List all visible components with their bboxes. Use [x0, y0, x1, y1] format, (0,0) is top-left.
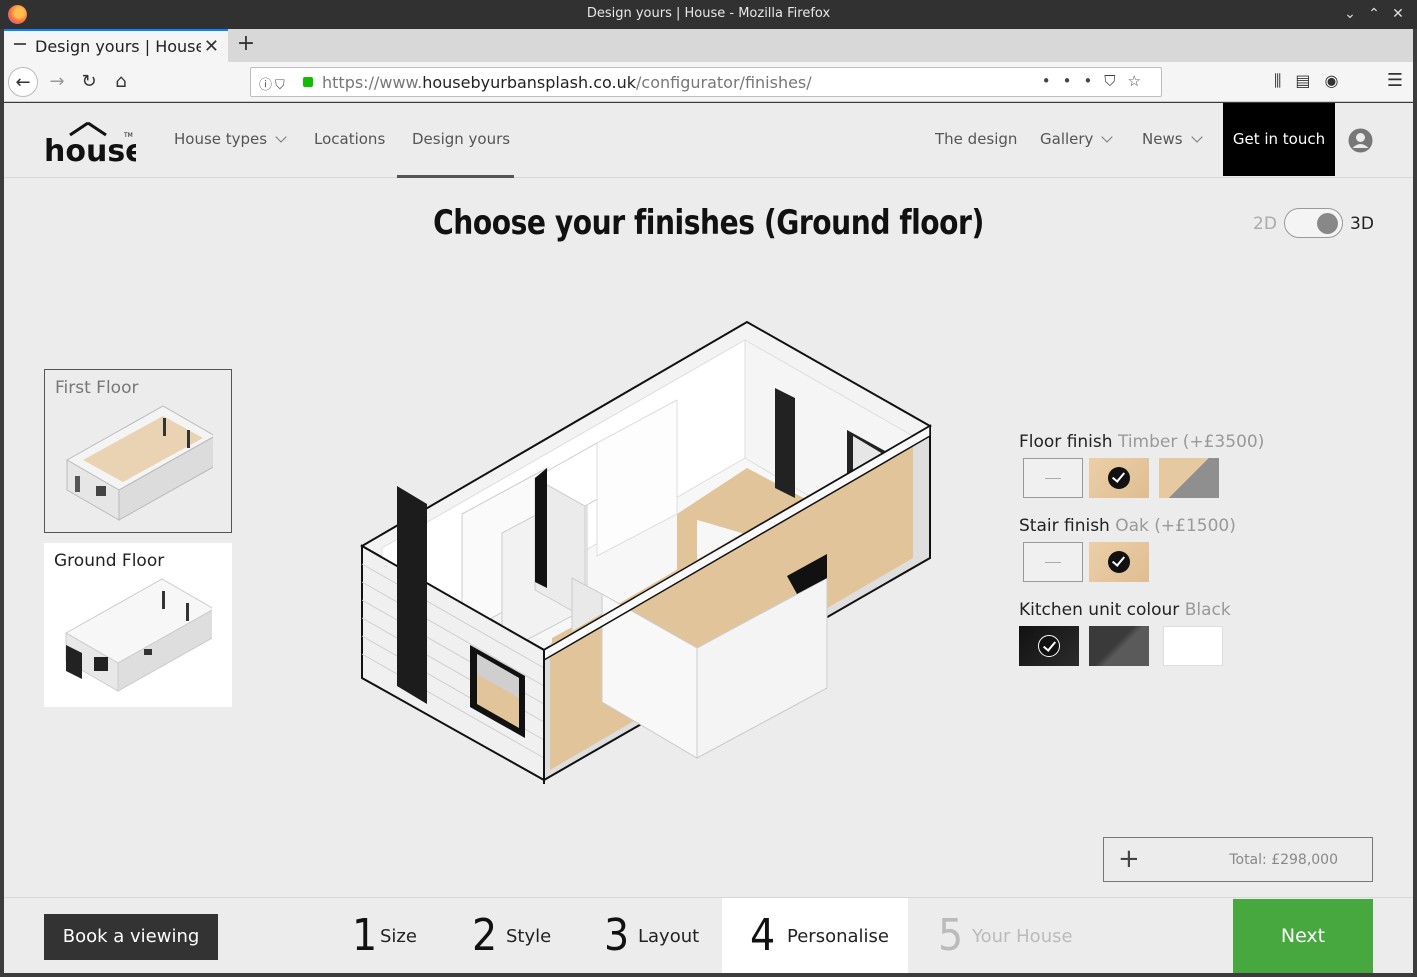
lock-icon: [303, 77, 313, 87]
floor-finish-group: Floor finish Timber (+£3500): [1019, 432, 1264, 498]
first-floor-thumbnail: [65, 405, 213, 521]
svg-text:TM: TM: [123, 132, 133, 139]
plus-icon[interactable]: +: [1118, 844, 1140, 874]
toolbar-icons[interactable]: ⫼▤◉: [1274, 71, 1352, 91]
toggle-2d-label[interactable]: 2D: [1253, 214, 1277, 234]
chevron-down-icon: [1190, 131, 1203, 143]
ground-floor-thumbnail: [64, 578, 212, 692]
chevron-down-icon: [1101, 131, 1114, 143]
chevron-down-icon: [275, 131, 287, 143]
floor-finish-timber-swatch[interactable]: [1089, 458, 1149, 498]
view-mode-toggle[interactable]: [1284, 208, 1343, 238]
minimize-icon[interactable]: ⌄: [1340, 4, 1360, 24]
floor-label: Ground Floor: [54, 551, 165, 571]
user-icon[interactable]: [1348, 128, 1373, 153]
url-text[interactable]: https://www.housebyurbansplash.co.uk/con…: [322, 73, 812, 92]
hamburger-menu-icon[interactable]: ☰: [1387, 70, 1403, 91]
nav-locations[interactable]: Locations: [314, 130, 385, 148]
steps-bar: Book a viewing 1 Size 2 Style 3 Layout 4…: [4, 897, 1413, 973]
close-tab-icon[interactable]: ✕: [204, 36, 219, 57]
page: house TM House types Locations Design yo…: [4, 103, 1413, 973]
stair-finish-oak-swatch[interactable]: [1089, 542, 1149, 582]
kitchen-colour-swatches: [1019, 626, 1231, 666]
kitchen-white-swatch[interactable]: [1163, 626, 1223, 666]
svg-text:house: house: [44, 134, 136, 164]
address-bar[interactable]: ⓘ⛉ https://www.housebyurbansplash.co.uk/…: [250, 67, 1162, 97]
step-personalise[interactable]: 4 Personalise: [722, 898, 908, 973]
stair-finish-none-swatch[interactable]: [1023, 542, 1083, 582]
check-icon: [1038, 635, 1060, 657]
close-window-icon[interactable]: ✕: [1388, 4, 1408, 24]
kitchen-black-swatch[interactable]: [1019, 626, 1079, 666]
check-icon: [1108, 467, 1130, 489]
maximize-icon[interactable]: ⌃: [1364, 4, 1384, 24]
kitchen-colour-group: Kitchen unit colour Black: [1019, 600, 1231, 666]
kitchen-grey-swatch[interactable]: [1089, 626, 1149, 666]
tab-label: Design yours | House: [35, 37, 201, 56]
floor-finish-swatches: [1019, 458, 1264, 498]
get-in-touch-button[interactable]: Get in touch: [1223, 103, 1335, 176]
floor-label: First Floor: [55, 378, 139, 398]
step-size[interactable]: 1 Size: [344, 898, 434, 973]
home-button[interactable]: ⌂: [106, 67, 136, 97]
3d-floorplan-model: [359, 320, 933, 784]
step-your-house: 5 Your House: [938, 910, 1073, 961]
site-header: house TM House types Locations Design yo…: [4, 103, 1413, 178]
page-title: Choose your finishes (Ground floor): [433, 203, 984, 243]
toggle-knob: [1317, 213, 1338, 234]
site-info-icon[interactable]: ⓘ⛉: [259, 74, 288, 93]
step-layout[interactable]: 3 Layout: [596, 898, 706, 973]
back-button[interactable]: ←: [8, 67, 38, 97]
nav-house-types[interactable]: House types: [174, 130, 287, 148]
reload-button[interactable]: ↻: [74, 67, 104, 97]
book-viewing-button[interactable]: Book a viewing: [44, 914, 218, 960]
browser-navbar: ← → ↻ ⌂ ⓘ⛉ https://www.housebyurbansplas…: [4, 62, 1413, 102]
nav-design-yours[interactable]: Design yours: [412, 130, 510, 148]
house-logo[interactable]: house TM: [44, 119, 136, 164]
stair-finish-group: Stair finish Oak (+£1500): [1019, 516, 1236, 582]
toggle-3d-label[interactable]: 3D: [1350, 214, 1374, 234]
window-titlebar: Design yours | House - Mozilla Firefox ⌄…: [0, 0, 1417, 29]
nav-gallery[interactable]: Gallery: [1040, 130, 1114, 148]
nav-the-design[interactable]: The design: [935, 130, 1017, 148]
floor-card-ground[interactable]: Ground Floor: [44, 543, 232, 707]
total-price: Total: £298,000: [1229, 852, 1338, 868]
floor-card-first[interactable]: First Floor: [44, 369, 232, 533]
page-actions-icons[interactable]: •••⛉☆: [1042, 72, 1153, 90]
tab-strip: Design yours | House ✕ +: [4, 29, 1413, 62]
stair-finish-label: Stair finish Oak (+£1500): [1019, 516, 1236, 536]
window-title: Design yours | House - Mozilla Firefox: [586, 6, 831, 21]
kitchen-colour-label: Kitchen unit colour Black: [1019, 600, 1231, 620]
floor-finish-mixed-swatch[interactable]: [1159, 458, 1219, 498]
step-style[interactable]: 2 Style: [464, 898, 564, 973]
total-price-box[interactable]: + Total: £298,000: [1103, 837, 1373, 882]
check-icon: [1108, 551, 1130, 573]
stair-finish-swatches: [1019, 542, 1236, 582]
next-button[interactable]: Next: [1233, 899, 1373, 973]
nav-news[interactable]: News: [1142, 130, 1203, 148]
floor-finish-none-swatch[interactable]: [1023, 458, 1083, 498]
forward-button[interactable]: →: [42, 67, 72, 97]
nav-active-indicator: [397, 175, 514, 178]
new-tab-button[interactable]: +: [234, 31, 258, 56]
browser-tab[interactable]: Design yours | House ✕: [4, 29, 228, 62]
floor-finish-label: Floor finish Timber (+£3500): [1019, 432, 1265, 452]
site-favicon: [14, 43, 26, 50]
